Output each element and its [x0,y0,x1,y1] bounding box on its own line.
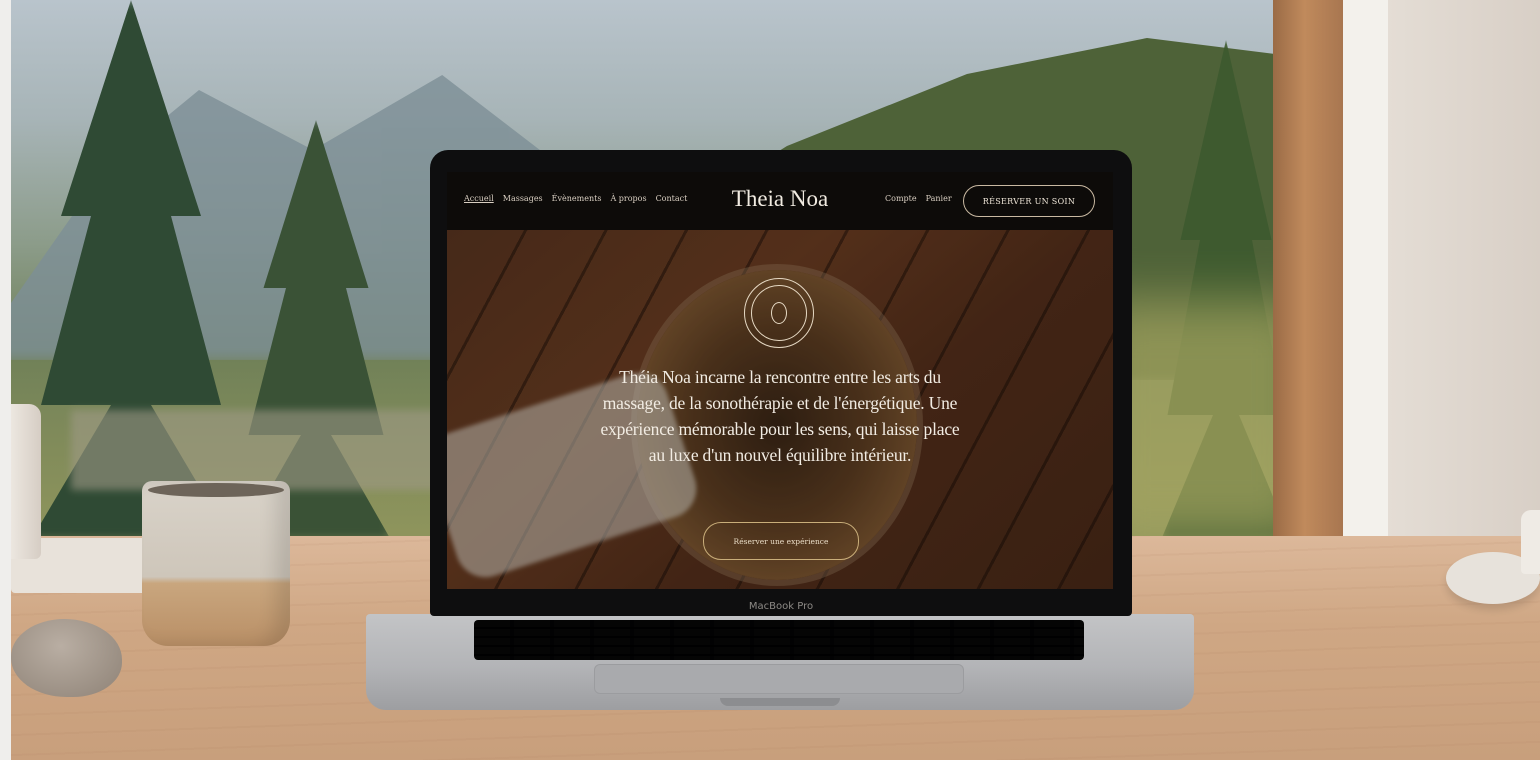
left-margin [0,0,11,760]
laptop-keyboard [474,620,1084,660]
seal-mark-icon [771,302,787,324]
ceramic-vase [11,404,41,559]
pebble [11,619,122,697]
lid-notch [720,698,840,706]
hero-tagline: Théia Noa incarne la rencontre entre les… [600,367,960,465]
book-experience-button[interactable]: Réserver une expérience [703,522,859,560]
wall [1388,0,1540,540]
balcony-railing [71,410,451,490]
ceramic-cup [142,481,290,646]
photo-scene: MacBook Pro Accueil Massages Évènements … [0,0,1540,760]
laptop-model-label: MacBook Pro [748,600,814,612]
brand-seal-logo [744,278,814,348]
header-actions: Compte Panier [885,194,952,203]
laptop-screen: Accueil Massages Évènements À propos Con… [447,172,1113,589]
small-cup [1521,510,1540,574]
window-frame [1273,0,1343,540]
site-header: Accueil Massages Évènements À propos Con… [447,172,1113,230]
cart-link[interactable]: Panier [926,194,952,203]
account-link[interactable]: Compte [885,194,917,203]
laptop-trackpad [594,664,964,694]
book-treatment-button[interactable]: RÉSERVER UN SOIN [963,185,1095,217]
window-sill [1343,0,1388,540]
